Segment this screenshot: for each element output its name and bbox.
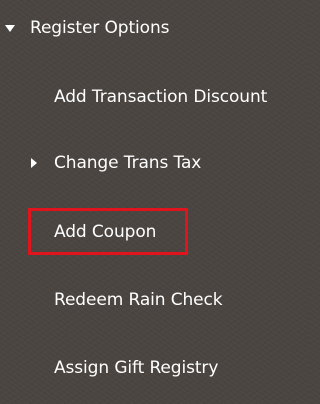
menu-item-redeem-rain-check[interactable]: Redeem Rain Check — [0, 280, 309, 320]
menu-item-add-transaction-discount[interactable]: Add Transaction Discount — [0, 77, 309, 117]
register-options-menu: Register Options Add Transaction Discoun… — [0, 0, 309, 404]
caret-down-icon — [5, 25, 15, 32]
highlight-box — [28, 208, 188, 255]
caret-right-icon — [31, 158, 37, 168]
menu-item-label: Add Transaction Discount — [54, 87, 268, 107]
menu-item-label: Change Trans Tax — [54, 153, 202, 173]
menu-item-assign-gift-registry[interactable]: Assign Gift Registry — [0, 348, 309, 388]
register-options-label: Register Options — [30, 18, 170, 38]
menu-item-change-trans-tax[interactable]: Change Trans Tax — [0, 143, 309, 183]
menu-item-label: Redeem Rain Check — [54, 290, 223, 310]
register-options-header[interactable]: Register Options — [0, 8, 309, 48]
menu-item-label: Assign Gift Registry — [54, 358, 219, 378]
